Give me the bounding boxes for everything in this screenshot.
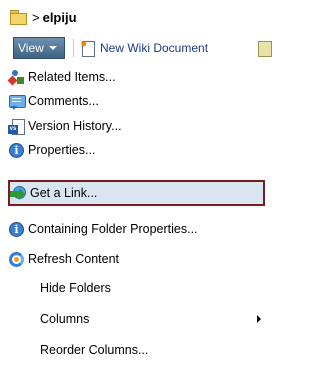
menu-item-label: Containing Folder Properties...	[28, 222, 198, 236]
get-link-icon	[10, 185, 27, 202]
view-menu-button[interactable]: View	[13, 37, 65, 59]
properties-icon: i	[8, 142, 25, 159]
menu-item-related-items[interactable]: Related Items...	[7, 65, 265, 89]
new-document-icon: ✸	[80, 40, 95, 57]
menu-item-label: Version History...	[28, 119, 122, 133]
submenu-arrow-icon	[257, 315, 261, 323]
menu-item-properties[interactable]: i Properties...	[8, 138, 265, 162]
menu-item-refresh-content[interactable]: Refresh Content	[8, 247, 265, 271]
menu-item-label: Comments...	[28, 94, 99, 108]
comments-icon	[8, 93, 26, 110]
menu-item-label: Related Items...	[28, 70, 116, 84]
menu-item-label: Properties...	[28, 143, 96, 157]
menu-item-label: Refresh Content	[28, 252, 120, 266]
menu-item-label: Columns	[40, 312, 90, 326]
new-wiki-document-button[interactable]: ✸ New Wiki Document	[80, 38, 208, 58]
folder-icon	[10, 10, 27, 25]
menu-item-containing-folder-properties[interactable]: i Containing Folder Properties...	[8, 217, 265, 241]
menu-item-get-a-link[interactable]: Get a Link...	[8, 180, 265, 206]
menu-item-version-history[interactable]: vs Version History...	[8, 114, 265, 138]
breadcrumb: > elpiju	[10, 7, 77, 27]
toolbar-overflow-icon[interactable]	[258, 41, 272, 57]
chevron-down-icon	[48, 46, 57, 50]
menu-item-label: Get a Link...	[30, 186, 98, 200]
menu-item-hide-folders[interactable]: Hide Folders	[8, 276, 265, 300]
related-items-icon	[7, 69, 25, 86]
menu-item-label: Reorder Columns...	[40, 343, 149, 357]
breadcrumb-separator: >	[32, 9, 40, 25]
refresh-icon	[8, 251, 25, 268]
toolbar-divider	[73, 39, 74, 57]
menu-item-label: Hide Folders	[40, 281, 111, 295]
version-history-icon: vs	[8, 118, 25, 135]
menu-item-reorder-columns[interactable]: Reorder Columns...	[8, 338, 265, 362]
menu-item-columns[interactable]: Columns	[8, 307, 265, 331]
folder-properties-icon: i	[8, 221, 25, 238]
breadcrumb-current[interactable]: elpiju	[43, 10, 77, 25]
view-button-label: View	[18, 41, 44, 55]
menu-item-comments[interactable]: Comments...	[8, 89, 265, 113]
new-wiki-label: New Wiki Document	[100, 41, 209, 55]
toolbar: View ✸ New Wiki Document	[0, 36, 274, 62]
